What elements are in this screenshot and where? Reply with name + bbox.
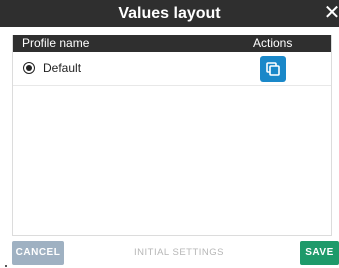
copy-icon: [266, 62, 280, 76]
resize-grip[interactable]: [5, 265, 7, 267]
radio-selected-dot: [26, 65, 32, 71]
values-layout-dialog: Values layout ✕ Profile name Actions Def…: [0, 0, 339, 268]
close-icon[interactable]: ✕: [322, 0, 339, 27]
copy-profile-button[interactable]: [260, 56, 286, 82]
dialog-title: Values layout: [118, 5, 221, 22]
dialog-titlebar: Values layout ✕: [0, 0, 339, 27]
save-button[interactable]: SAVE: [300, 241, 339, 265]
dialog-footer: CANCEL INITIAL SETTINGS SAVE: [0, 240, 339, 268]
profile-radio-button[interactable]: [23, 62, 35, 74]
profiles-table: Profile name Actions Default: [12, 35, 332, 236]
column-header-actions: Actions: [253, 36, 293, 50]
initial-settings-button[interactable]: INITIAL SETTINGS: [124, 241, 234, 265]
table-row[interactable]: Default: [13, 52, 331, 86]
table-header: Profile name Actions: [13, 35, 331, 52]
column-header-profile-name: Profile name: [22, 36, 90, 50]
profile-name-label: Default: [43, 61, 82, 75]
cancel-button[interactable]: CANCEL: [12, 241, 64, 265]
